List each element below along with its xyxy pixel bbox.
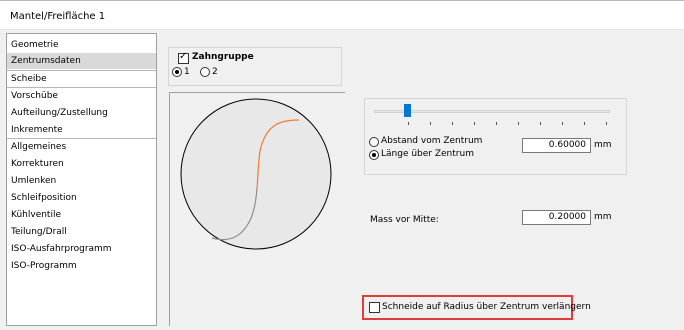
mass-unit: mm	[594, 212, 612, 222]
zahngruppe-checkbox[interactable]: ✓	[178, 51, 189, 64]
sidebar-item-vorschuebe[interactable]: Vorschübe	[7, 88, 156, 104]
slider-tick	[518, 122, 519, 125]
laenge-label: Länge über Zentrum	[381, 149, 474, 159]
sidebar-item-zentrumsdaten[interactable]: Zentrumsdaten	[7, 53, 156, 69]
slider-thumb[interactable]	[404, 104, 411, 117]
sidebar-item-geometrie[interactable]: Geometrie	[7, 37, 156, 53]
preview-panel	[169, 92, 345, 326]
sidebar-item-schleifposition[interactable]: Schleifposition	[7, 190, 156, 206]
abstand-radio[interactable]	[369, 137, 379, 147]
sidebar-item-kuehlventile[interactable]: Kühlventile	[7, 207, 156, 223]
sidebar-item-inkremente[interactable]: Inkremente	[7, 122, 156, 138]
zentrum-value-field[interactable]: 0.60000	[522, 138, 591, 153]
zahngruppe-label: Zahngruppe	[192, 52, 254, 62]
sidebar: Geometrie Zentrumsdaten Scheibe Vorschüb…	[6, 33, 157, 326]
zentrum-unit: mm	[594, 140, 612, 150]
zahngruppe-radio-1[interactable]	[172, 67, 182, 77]
window-title: Mantel/Freifläche 1	[10, 11, 106, 22]
wheel-circle	[180, 98, 332, 250]
title-bar: Mantel/Freifläche 1	[0, 0, 684, 30]
sidebar-item-teilung-drall[interactable]: Teilung/Drall	[7, 224, 156, 240]
slider-tick	[606, 122, 607, 125]
grinding-preview-diagram	[180, 98, 332, 250]
sidebar-item-allgemeines[interactable]: Allgemeines	[7, 139, 156, 155]
slider-tick	[496, 122, 497, 125]
zahngruppe-radio-2-label: 2	[212, 67, 218, 77]
mass-label: Mass vor Mitte:	[370, 215, 439, 225]
sidebar-item-scheibe[interactable]: Scheibe	[7, 71, 156, 87]
sidebar-item-iso-programm[interactable]: ISO-Programm	[7, 258, 156, 274]
slider-tick	[540, 122, 541, 125]
slider-tick	[562, 122, 563, 125]
checkmark-icon: ✓	[179, 51, 188, 62]
extend-label: Schneide auf Radius über Zentrum verläng…	[382, 302, 591, 312]
slider-tick	[584, 122, 585, 125]
laenge-radio[interactable]	[369, 150, 379, 160]
zahngruppe-radio-2[interactable]	[200, 67, 210, 77]
sidebar-item-aufteilung-zustellung[interactable]: Aufteilung/Zustellung	[7, 105, 156, 121]
slider-tick	[474, 122, 475, 125]
abstand-label: Abstand vom Zentrum	[381, 136, 483, 146]
sidebar-item-iso-ausfahrprogramm[interactable]: ISO-Ausfahrprogramm	[7, 241, 156, 257]
extend-checkbox[interactable]	[369, 302, 380, 313]
sidebar-item-umlenken[interactable]: Umlenken	[7, 173, 156, 189]
slider-tick	[430, 122, 431, 125]
zahngruppe-radio-1-label: 1	[184, 67, 190, 77]
sidebar-item-korrekturen[interactable]: Korrekturen	[7, 156, 156, 172]
slider-tick	[408, 122, 409, 125]
mass-value-field[interactable]: 0.20000	[522, 210, 591, 225]
slider-tick	[452, 122, 453, 125]
